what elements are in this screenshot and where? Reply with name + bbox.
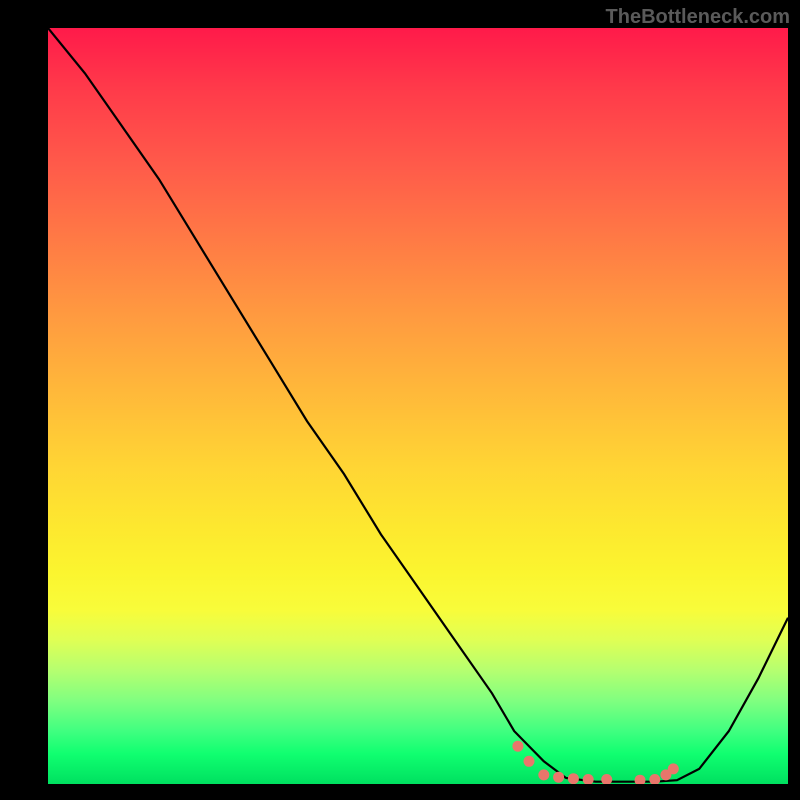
curve-marker	[668, 763, 679, 774]
curve-markers	[512, 741, 678, 784]
curve-marker	[553, 772, 564, 783]
curve-marker	[524, 756, 535, 767]
curve-marker	[583, 774, 594, 784]
curve-marker	[601, 774, 612, 784]
plot-area	[48, 28, 788, 784]
watermark-text: TheBottleneck.com	[606, 6, 790, 29]
curve-marker	[649, 774, 660, 784]
curve-marker	[635, 775, 646, 784]
bottleneck-curve-line	[48, 28, 788, 782]
curve-marker	[512, 741, 523, 752]
bottleneck-curve-svg	[48, 28, 788, 784]
curve-marker	[568, 773, 579, 784]
curve-marker	[538, 769, 549, 780]
chart-container: TheBottleneck.com	[0, 0, 800, 800]
